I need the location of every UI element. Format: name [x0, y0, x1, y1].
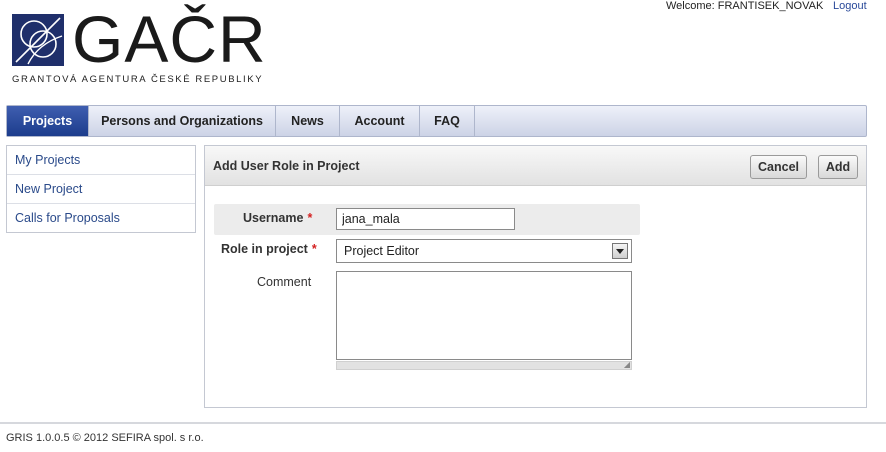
- comment-textarea[interactable]: [336, 271, 632, 360]
- panel-header: Add User Role in Project Cancel Add: [205, 146, 866, 186]
- sidebar-item-my-projects[interactable]: My Projects: [7, 146, 195, 175]
- comment-label: Comment: [257, 275, 312, 289]
- resize-grip-icon[interactable]: ◢: [624, 361, 630, 369]
- chevron-down-icon[interactable]: [612, 243, 628, 259]
- logo: GAČR GRANTOVÁ AGENTURA ČESKÉ REPUBLIKY: [12, 4, 266, 90]
- footer-divider: [0, 422, 886, 424]
- panel-title: Add User Role in Project: [213, 159, 360, 173]
- logout-link[interactable]: Logout: [833, 0, 867, 12]
- footer-copyright: GRIS 1.0.0.5 © 2012 SEFIRA spol. s r.o.: [6, 432, 204, 444]
- main-nav: Projects Persons and Organizations News …: [6, 105, 867, 137]
- cancel-button[interactable]: Cancel: [750, 155, 807, 179]
- required-mark: *: [311, 242, 317, 256]
- nav-tab-news[interactable]: News: [276, 106, 340, 136]
- nav-tab-faq[interactable]: FAQ: [420, 106, 475, 136]
- required-mark: *: [307, 211, 313, 225]
- welcome-text: Welcome: FRANTISEK_NOVAK: [666, 0, 824, 12]
- add-user-role-panel: Add User Role in Project Cancel Add User…: [204, 145, 867, 408]
- sidebar-item-new-project[interactable]: New Project: [7, 175, 195, 204]
- role-label: Role in project *: [221, 242, 317, 256]
- sidebar-item-calls-for-proposals[interactable]: Calls for Proposals: [7, 204, 195, 233]
- role-select[interactable]: Project Editor: [336, 239, 632, 263]
- username-input[interactable]: [336, 208, 515, 230]
- textarea-resize-bar[interactable]: ◢: [336, 361, 632, 370]
- role-select-value: Project Editor: [344, 244, 420, 258]
- logo-wordmark: GAČR: [72, 2, 267, 76]
- logo-subtitle: GRANTOVÁ AGENTURA ČESKÉ REPUBLIKY: [12, 74, 264, 85]
- nav-tab-persons-and-organizations[interactable]: Persons and Organizations: [89, 106, 276, 136]
- role-label-text: Role in project: [221, 242, 308, 256]
- nav-tab-projects[interactable]: Projects: [7, 106, 89, 136]
- username-label: Username *: [243, 211, 312, 225]
- logo-emblem-icon: [12, 14, 64, 66]
- username-label-text: Username: [243, 211, 304, 225]
- add-button[interactable]: Add: [818, 155, 858, 179]
- nav-tab-account[interactable]: Account: [340, 106, 420, 136]
- sidebar-menu: My Projects New Project Calls for Propos…: [6, 145, 196, 233]
